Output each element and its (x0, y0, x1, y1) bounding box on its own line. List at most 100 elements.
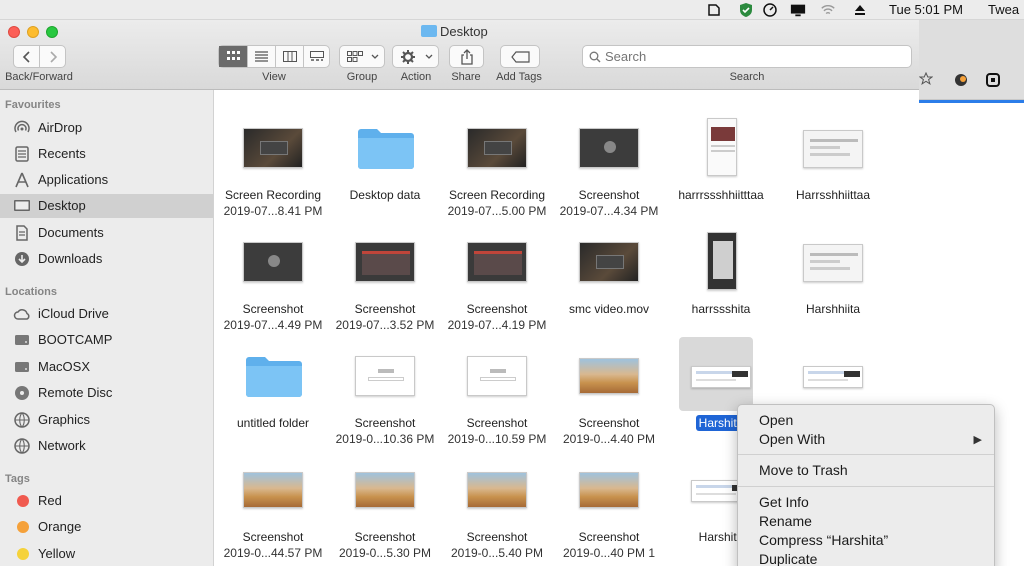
sidebar-item-label: Graphics (38, 412, 91, 427)
sidebar-item-remote-disc[interactable]: Remote Disc (0, 381, 213, 405)
submenu-arrow-icon: ▶ (973, 434, 982, 446)
file-item[interactable]: Desktop data (329, 108, 441, 218)
browser-toolbar (919, 20, 1024, 100)
file-name: Screenshot (578, 188, 640, 202)
menu-item-open-with[interactable]: Open With (759, 431, 825, 447)
speedometer-icon[interactable] (762, 2, 778, 18)
menu-item-rename[interactable]: Rename (759, 513, 812, 529)
grid-icon (227, 51, 240, 60)
airdrop-icon (14, 120, 30, 133)
file-item[interactable]: Screenshot 2019-0...44.57 PM (217, 450, 329, 560)
sidebar-tag-yellow[interactable]: Yellow (0, 542, 213, 566)
sidebar-item-label: Orange (38, 519, 82, 534)
file-thumbnail (579, 460, 639, 520)
sidebar-tag-red[interactable]: Red (0, 489, 213, 513)
menu-item-get-info[interactable]: Get Info (759, 494, 809, 510)
add-tags-button[interactable] (500, 45, 540, 68)
file-thumbnail (355, 346, 415, 406)
file-item[interactable]: Screenshot 2019-07...4.34 PM (553, 108, 665, 218)
file-item[interactable]: Harrsshhiittaa (777, 108, 889, 218)
title-bar: Desktop Back/Forward View Group Action S… (0, 20, 919, 90)
file-item[interactable]: smc video.mov (553, 222, 665, 332)
group-button[interactable] (339, 45, 385, 68)
sidebar-item-applications[interactable]: Applications (0, 168, 213, 192)
columns-icon (283, 51, 297, 62)
file-item[interactable]: Screenshot 2019-07...4.49 PM (217, 222, 329, 332)
file-item[interactable]: Screen Recording 2019-07...5.00 PM (441, 108, 553, 218)
menu-item-move-to-trash[interactable]: Move to Trash (759, 462, 848, 478)
extension-icon[interactable] (953, 72, 969, 88)
file-item[interactable]: Screenshot 2019-0...4.40 PM (553, 336, 665, 446)
sidebar: Favourites AirDrop Recents Applications … (0, 90, 214, 566)
tag-color-dot (17, 548, 29, 560)
search-field[interactable] (582, 45, 912, 68)
file-thumbnail (243, 118, 303, 178)
share-button[interactable] (449, 45, 484, 68)
sidebar-tag-orange[interactable]: Orange (0, 515, 213, 539)
action-button[interactable] (392, 45, 439, 68)
file-item[interactable]: Screen Recording 2019-07...8.41 PM (217, 108, 329, 218)
menu-item-compress[interactable]: Compress “Harshita” (759, 532, 888, 548)
sidebar-item-label: MacOSX (38, 359, 91, 374)
menu-item-duplicate[interactable]: Duplicate (759, 551, 817, 566)
sidebar-item-downloads[interactable]: Downloads (0, 247, 213, 271)
file-item[interactable]: Harshhiita (777, 222, 889, 332)
file-item[interactable]: Screenshot 2019-0...5.40 PM (441, 450, 553, 560)
forward-button[interactable] (40, 46, 66, 67)
network-icon (14, 412, 30, 428)
sidebar-item-recents[interactable]: Recents (0, 142, 213, 166)
sidebar-item-label: BOOTCAMP (38, 332, 113, 347)
menu-item-open[interactable]: Open (759, 412, 793, 428)
minimize-button[interactable] (27, 26, 39, 38)
share-icon (461, 49, 473, 65)
file-item[interactable]: Screenshot 2019-0...5.30 PM (329, 450, 441, 560)
sidebar-item-icloud-drive[interactable]: iCloud Drive (0, 302, 213, 326)
sidebar-item-documents[interactable]: Documents (0, 221, 213, 245)
sidebar-item-graphics[interactable]: Graphics (0, 408, 213, 432)
file-name: Screenshot (242, 530, 304, 544)
file-date: 2019-07...5.00 PM (447, 204, 547, 218)
file-item[interactable]: untitled folder (217, 336, 329, 446)
sync-icon[interactable] (706, 2, 722, 18)
sidebar-item-label: Downloads (38, 251, 103, 266)
shield-icon[interactable] (738, 2, 754, 18)
sidebar-item-desktop[interactable]: Desktop (0, 194, 213, 218)
file-item[interactable]: Screenshot 2019-07...4.19 PM (441, 222, 553, 332)
applications-icon (15, 172, 29, 188)
zoom-button[interactable] (46, 26, 58, 38)
back-button[interactable] (14, 46, 40, 67)
column-view-button[interactable] (276, 46, 304, 67)
gear-icon (401, 50, 415, 64)
eject-icon[interactable] (852, 2, 868, 18)
menubar-clock[interactable]: Tue 5:01 PM (889, 0, 963, 20)
file-date: 2019-0...10.36 PM (335, 432, 435, 446)
gallery-view-button[interactable] (304, 46, 330, 67)
sidebar-item-label: Network (38, 438, 86, 453)
wifi-icon[interactable] (820, 2, 836, 18)
sidebar-item-macosx[interactable]: MacOSX (0, 355, 213, 379)
menubar-app-name[interactable]: Twea (988, 0, 1019, 20)
sidebar-item-bootcamp[interactable]: BOOTCAMP (0, 328, 213, 352)
icon-view-button[interactable] (219, 46, 248, 67)
close-button[interactable] (8, 26, 20, 38)
extension-icon[interactable] (985, 72, 1001, 88)
file-item[interactable]: Screenshot 2019-0...10.36 PM (329, 336, 441, 446)
sidebar-item-network[interactable]: Network (0, 434, 213, 458)
context-menu: Open Open With ▶ Move to Trash Get Info … (737, 404, 995, 566)
menu-separator (738, 486, 994, 487)
list-view-button[interactable] (248, 46, 276, 67)
back-forward-control (13, 45, 66, 68)
file-date: 2019-0...5.40 PM (450, 546, 544, 560)
star-icon[interactable] (919, 72, 933, 86)
search-input[interactable] (605, 48, 905, 65)
file-item[interactable]: Screenshot 2019-0...10.59 PM (441, 336, 553, 446)
file-item[interactable]: harrrssshhiitttaa (665, 108, 777, 218)
sidebar-item-airdrop[interactable]: AirDrop (0, 116, 213, 140)
file-date: 2019-07...4.19 PM (447, 318, 547, 332)
display-icon[interactable] (790, 2, 806, 18)
file-item[interactable]: Screenshot 2019-07...3.52 PM (329, 222, 441, 332)
downloads-icon (15, 252, 29, 266)
file-item[interactable]: harrssshita (665, 222, 777, 332)
file-item[interactable]: Screenshot 2019-0...40 PM 1 (553, 450, 665, 560)
file-thumbnail (579, 232, 639, 292)
